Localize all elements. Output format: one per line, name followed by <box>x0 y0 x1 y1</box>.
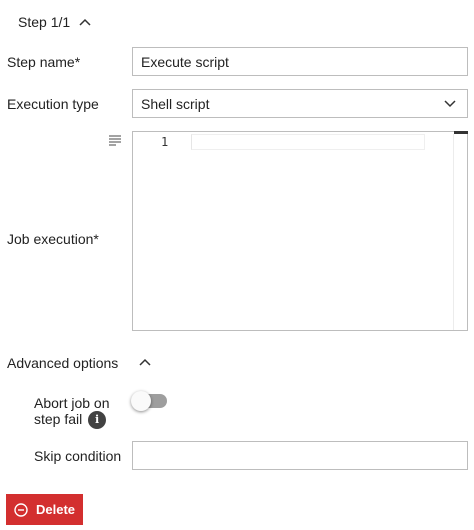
code-editor[interactable]: 1 <box>132 131 468 331</box>
abort-job-label-line1: Abort job on <box>34 395 110 411</box>
chevron-up-icon[interactable] <box>78 17 92 27</box>
execution-type-label: Execution type <box>7 96 99 112</box>
toggle-knob <box>131 391 151 411</box>
execution-type-select[interactable]: Shell script <box>132 89 468 118</box>
chevron-up-icon[interactable] <box>138 357 152 367</box>
abort-job-label: Abort job on step fail i <box>34 395 110 430</box>
delete-button[interactable]: Delete <box>6 494 83 525</box>
info-icon[interactable]: i <box>88 411 107 430</box>
step-title: Step 1/1 <box>18 14 71 30</box>
skip-condition-label: Skip condition <box>34 448 122 464</box>
step-name-input[interactable] <box>132 47 468 76</box>
step-name-label: Step name* <box>7 54 81 70</box>
minus-circle-icon <box>14 502 28 517</box>
step-header[interactable]: Step 1/1 <box>18 10 92 34</box>
editor-scrollbar[interactable] <box>453 134 467 330</box>
chevron-down-icon <box>444 99 456 107</box>
step-form: Step 1/1 Step name* Execution type Shell… <box>0 0 474 530</box>
align-left-icon[interactable] <box>108 134 122 146</box>
abort-job-label-line2: step fail <box>34 411 83 427</box>
active-line[interactable] <box>191 134 425 150</box>
execution-type-value: Shell script <box>141 95 210 112</box>
line-number: 1 <box>161 135 169 149</box>
delete-label: Delete <box>35 502 76 517</box>
advanced-options-label: Advanced options <box>7 355 119 371</box>
job-execution-label: Job execution* <box>7 231 99 247</box>
abort-job-toggle[interactable] <box>131 391 167 411</box>
scrollbar-thumb[interactable] <box>454 131 468 134</box>
skip-condition-input[interactable] <box>132 441 468 470</box>
